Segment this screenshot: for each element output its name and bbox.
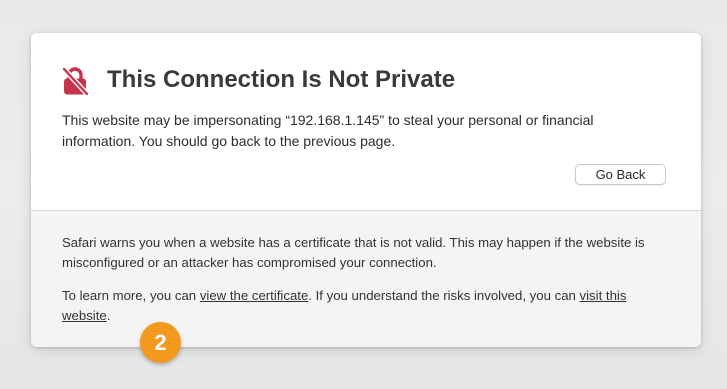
warning-header-section: This Connection Is Not Private This webs…: [31, 33, 701, 210]
learn-more-middle: . If you understand the risks involved, …: [308, 288, 580, 303]
page-title: This Connection Is Not Private: [107, 66, 456, 93]
lock-broken-icon: [61, 66, 89, 96]
learn-more-prefix: To learn more, you can: [62, 288, 200, 303]
learn-more-paragraph: To learn more, you can view the certific…: [62, 286, 670, 326]
go-back-button[interactable]: Go Back: [575, 164, 666, 185]
warning-card: This Connection Is Not Private This webs…: [31, 33, 701, 347]
warning-description: This website may be impersonating “192.1…: [62, 112, 594, 149]
step-number-badge: 2: [140, 322, 181, 363]
details-section: Safari warns you when a website has a ce…: [31, 211, 701, 347]
view-certificate-link[interactable]: view the certificate: [200, 288, 308, 303]
learn-more-suffix: .: [106, 308, 111, 323]
details-paragraph: Safari warns you when a website has a ce…: [62, 235, 645, 270]
